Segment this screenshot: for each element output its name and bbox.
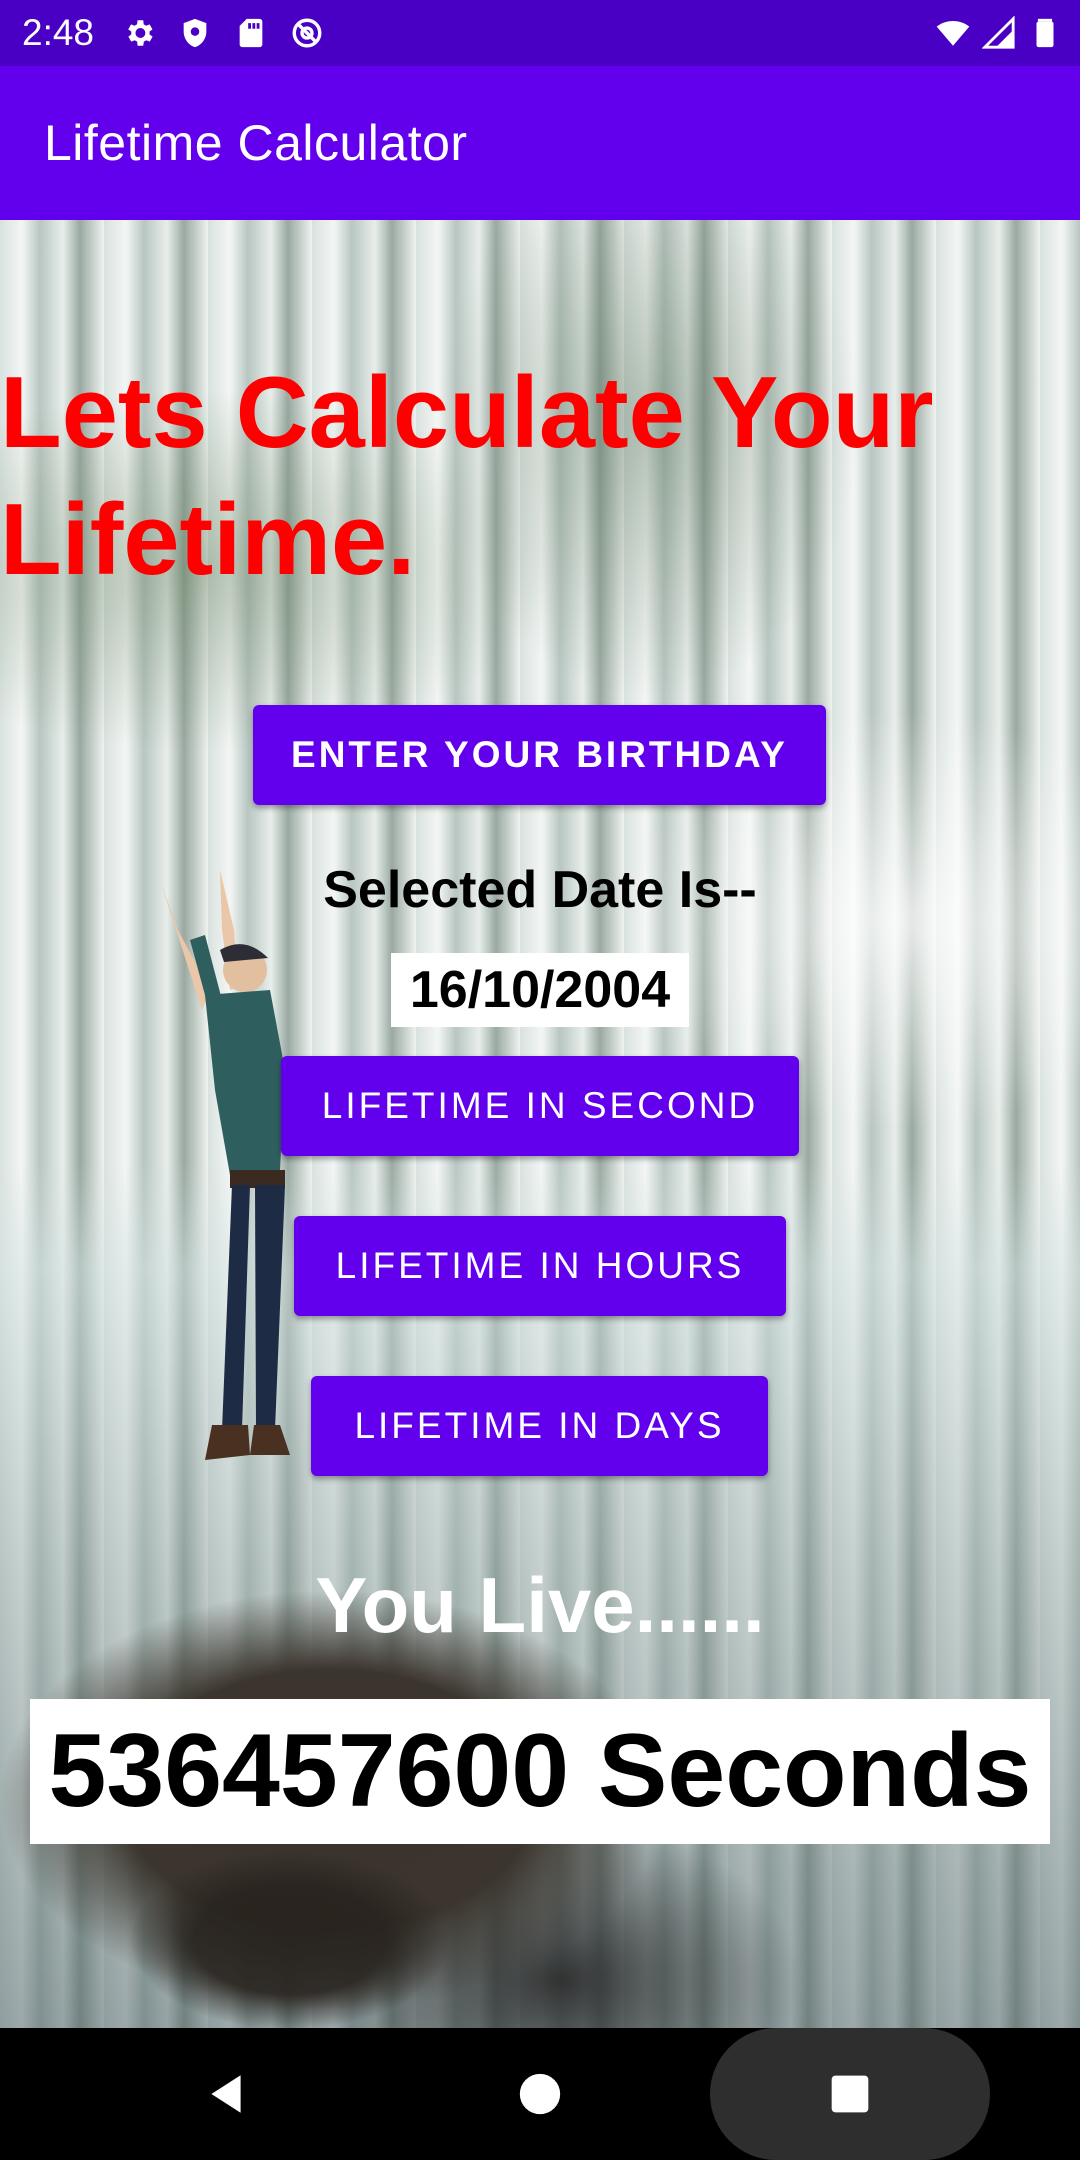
home-icon[interactable] [494,2048,586,2140]
sd-card-icon [234,16,268,50]
back-icon[interactable] [180,2048,272,2140]
shield-icon [178,16,212,50]
status-notification-icons [122,16,324,50]
selected-date-label: Selected Date Is-- [323,861,757,919]
selected-date-value: 16/10/2004 [391,953,689,1027]
gear-icon [122,16,156,50]
status-system-icons [936,16,1062,50]
status-bar: 2:48 [0,0,1080,66]
lifetime-in-days-button[interactable]: LIFETIME IN DAYS [311,1376,768,1476]
battery-icon [1028,16,1062,50]
app-title: Lifetime Calculator [44,115,468,171]
main-content: Lets Calculate Your Lifetime. ENTER YOUR… [0,220,1080,2028]
wifi-icon [936,16,970,50]
cellular-signal-icon [982,16,1016,50]
status-time: 2:48 [22,12,95,53]
you-live-label: You Live...... [315,1561,765,1649]
page-heading: Lets Calculate Your Lifetime. [0,357,934,596]
app-bar: Lifetime Calculator [0,66,1080,220]
recents-icon[interactable] [710,2028,990,2160]
enter-birthday-button[interactable]: ENTER YOUR BIRTHDAY [253,705,826,805]
lifetime-in-second-button[interactable]: LIFETIME IN SECOND [281,1056,799,1156]
at-sign-icon [290,16,324,50]
lifetime-in-hours-button[interactable]: LIFETIME IN HOURS [294,1216,786,1316]
navigation-bar [0,2028,1080,2160]
result-value: 536457600 Seconds [30,1699,1050,1844]
